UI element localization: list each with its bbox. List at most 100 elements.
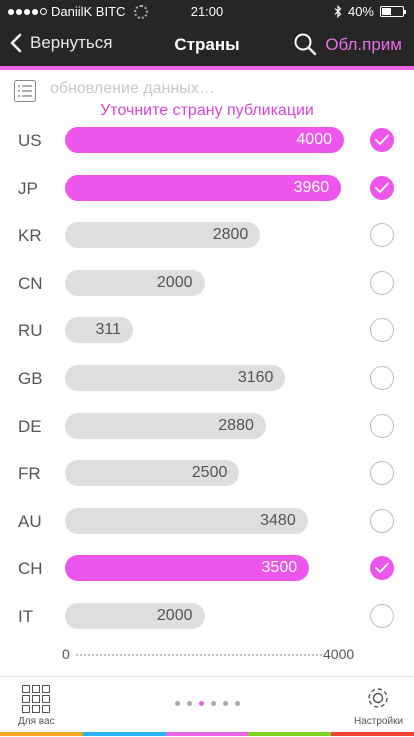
country-bar: 3960: [65, 175, 342, 201]
region-button[interactable]: Обл.прим: [325, 35, 402, 55]
list-icon[interactable]: [14, 80, 36, 102]
bar-track: 3480: [65, 508, 344, 534]
country-code: GB: [18, 369, 43, 388]
country-checkbox[interactable]: [370, 604, 394, 628]
x-axis: 0 4000: [0, 640, 414, 668]
country-code: FR: [18, 464, 41, 483]
bar-value-label: 4000: [296, 131, 332, 148]
country-code: KR: [18, 226, 42, 245]
country-bar: 311: [65, 317, 133, 343]
country-code: CH: [18, 559, 43, 578]
checkmark-icon: [375, 134, 389, 145]
checkmark-icon: [375, 182, 389, 193]
navigation-bar: Вернуться Страны Обл.прим: [0, 24, 414, 66]
grid-icon: [22, 685, 50, 713]
country-bar: 3500: [65, 555, 310, 581]
country-bar: 4000: [65, 127, 344, 153]
country-row[interactable]: JP 3960: [0, 168, 414, 216]
bar-track: 2880: [65, 413, 344, 439]
page-dot[interactable]: [223, 701, 228, 706]
bar-track: 3500: [65, 555, 344, 581]
search-icon: [294, 33, 317, 56]
country-row[interactable]: IT 2000: [0, 596, 414, 644]
page-dot[interactable]: [235, 701, 240, 706]
country-row[interactable]: FR 2500: [0, 453, 414, 501]
country-bar: 2000: [65, 603, 205, 629]
country-code: IT: [18, 607, 34, 626]
gear-icon: [368, 688, 388, 708]
country-bar: 2500: [65, 460, 240, 486]
updating-status: обновление данных…: [50, 80, 215, 97]
accent-divider: [0, 66, 414, 70]
country-checkbox[interactable]: [370, 223, 394, 247]
bar-value-label: 2000: [156, 274, 193, 291]
bar-track: 4000: [65, 127, 344, 153]
country-bar: 3480: [65, 508, 308, 534]
country-code: CN: [18, 274, 43, 293]
tab-bar: Для вас Настройки: [0, 676, 414, 737]
country-checkbox[interactable]: [370, 318, 394, 342]
tab-for-you-label: Для вас: [18, 716, 55, 727]
checkmark-icon: [375, 562, 389, 573]
axis-line: [76, 654, 322, 656]
country-checkbox[interactable]: [370, 128, 394, 152]
axis-min-label: 0: [62, 646, 70, 662]
country-bar: 2800: [65, 222, 261, 248]
tab-settings[interactable]: Настройки: [352, 685, 404, 731]
country-row[interactable]: DE 2880: [0, 406, 414, 454]
country-row[interactable]: US 4000: [0, 120, 414, 168]
country-checkbox[interactable]: [370, 509, 394, 533]
color-strip: [0, 732, 414, 736]
country-code: AU: [18, 512, 42, 531]
bar-track: 2800: [65, 222, 344, 248]
axis-max-label: 4000: [323, 646, 355, 662]
country-bar: 2880: [65, 413, 266, 439]
country-code: DE: [18, 417, 42, 436]
bar-track: 3160: [65, 365, 344, 391]
country-checkbox[interactable]: [370, 366, 394, 390]
search-button[interactable]: [293, 32, 317, 61]
page-dot[interactable]: [211, 701, 216, 706]
bar-value-label: 311: [95, 321, 121, 338]
country-checkbox[interactable]: [370, 176, 394, 200]
bar-value-label: 2880: [218, 417, 254, 434]
page-dot[interactable]: [175, 701, 180, 706]
country-checkbox[interactable]: [370, 271, 394, 295]
tab-settings-label: Настройки: [354, 716, 404, 727]
country-code: US: [18, 131, 42, 150]
bar-value-label: 3160: [237, 369, 274, 386]
country-row[interactable]: AU 3480: [0, 501, 414, 549]
bar-track: 2500: [65, 460, 344, 486]
country-checkbox[interactable]: [370, 556, 394, 580]
country-row[interactable]: CH 3500: [0, 548, 414, 596]
bar-track: 2000: [65, 270, 344, 296]
country-bar: 3160: [65, 365, 286, 391]
country-code: JP: [18, 179, 38, 198]
status-bar: DaniilK BITC 21:00 40%: [0, 0, 414, 24]
country-row[interactable]: GB 3160: [0, 358, 414, 406]
battery-icon: [380, 6, 406, 17]
tab-for-you[interactable]: Для вас: [14, 685, 60, 731]
country-checkbox[interactable]: [370, 414, 394, 438]
bar-track: 2000: [65, 603, 344, 629]
bar-value-label: 3960: [293, 179, 330, 196]
bluetooth-icon: [334, 5, 342, 18]
bar-value-label: 3500: [261, 559, 298, 576]
country-row[interactable]: CN 2000: [0, 263, 414, 311]
country-bar: 2000: [65, 270, 205, 296]
bar-value-label: 2500: [191, 464, 228, 481]
battery-percent: 40%: [347, 4, 374, 19]
page-dot[interactable]: [187, 701, 192, 706]
bar-value-label: 2000: [156, 607, 193, 624]
page-indicator[interactable]: [175, 701, 240, 706]
country-code: RU: [18, 321, 43, 340]
bar-track: 311: [65, 317, 344, 343]
page-dot[interactable]: [199, 701, 204, 706]
bar-value-label: 2800: [212, 226, 249, 243]
bar-track: 3960: [65, 175, 344, 201]
country-row[interactable]: RU 311: [0, 310, 414, 358]
country-hint: Уточните страну публикации: [100, 102, 314, 119]
bar-value-label: 3480: [260, 512, 296, 529]
country-checkbox[interactable]: [370, 461, 394, 485]
country-row[interactable]: KR 2800: [0, 215, 414, 263]
